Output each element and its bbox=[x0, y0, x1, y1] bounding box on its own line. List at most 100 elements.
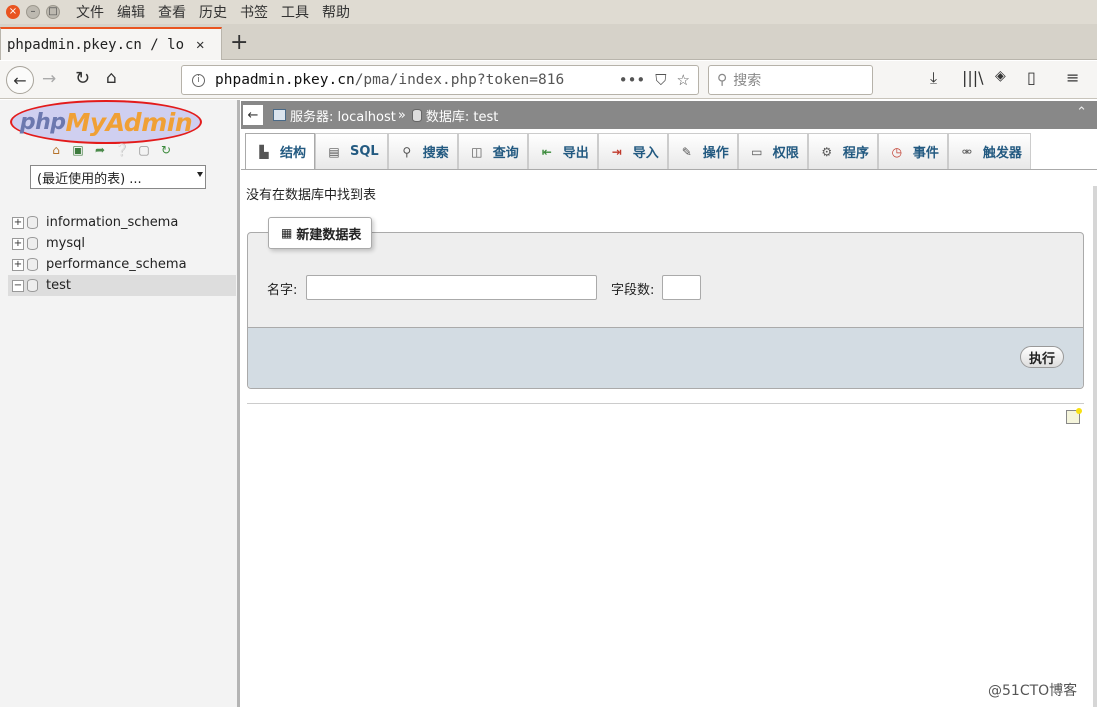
menu-history[interactable]: 历史 bbox=[199, 2, 227, 22]
expand-icon[interactable]: + bbox=[12, 216, 24, 229]
search-icon: ⚲ bbox=[717, 72, 728, 88]
breadcrumb-database[interactable]: 数据库: test bbox=[426, 106, 498, 125]
home-icon[interactable]: ⌂ bbox=[106, 68, 117, 88]
new-page-icon[interactable] bbox=[1066, 408, 1082, 424]
navigation-panel: php MyAdmin ⌂ ▣ ➦ ❔ ▢ ↻ (最近使用的表) ... + in… bbox=[0, 100, 240, 707]
menu-file[interactable]: 文件 bbox=[76, 2, 104, 22]
tab-title: phpadmin.pkey.cn / lo bbox=[7, 36, 185, 53]
database-icon bbox=[27, 237, 38, 250]
collapse-icon[interactable]: − bbox=[12, 279, 24, 292]
back-icon[interactable]: ← bbox=[6, 66, 34, 94]
database-icon bbox=[27, 216, 38, 229]
query-window-icon[interactable]: ➦ bbox=[92, 142, 108, 158]
chevron-up-icon[interactable]: ⌃ bbox=[1076, 105, 1087, 120]
db-item-information-schema[interactable]: + information_schema bbox=[8, 212, 236, 233]
db-item-test[interactable]: − test bbox=[8, 275, 236, 296]
triggers-icon: ⚮ bbox=[961, 144, 972, 159]
chevron-down-icon bbox=[197, 172, 203, 177]
columns-label: 字段数: bbox=[611, 283, 655, 298]
library-icon[interactable]: |||\ bbox=[962, 68, 984, 87]
breadcrumb-server[interactable]: 服务器: localhost bbox=[290, 106, 396, 125]
menu-bar: × – □ 文件 编辑 查看 历史 书签 工具 帮助 bbox=[0, 0, 1097, 24]
privileges-icon: ▭ bbox=[751, 144, 763, 159]
tab-export[interactable]: ⇤ 导出 bbox=[527, 133, 598, 169]
page-actions-icon[interactable]: ••• bbox=[619, 71, 646, 89]
menu-edit[interactable]: 编辑 bbox=[117, 2, 145, 22]
menu-view[interactable]: 查看 bbox=[158, 2, 186, 22]
hamburger-menu-icon[interactable]: ≡ bbox=[1066, 68, 1079, 87]
breadcrumb-separator: » bbox=[397, 107, 406, 123]
phpmyadmin-logo[interactable]: php MyAdmin bbox=[10, 100, 202, 144]
app-menus: 文件 编辑 查看 历史 书签 工具 帮助 bbox=[76, 2, 363, 22]
window-close-button[interactable]: × bbox=[6, 5, 20, 19]
tab-structure[interactable]: ▙ 结构 bbox=[245, 133, 316, 169]
go-button[interactable]: 执行 bbox=[1020, 346, 1064, 368]
tab-query[interactable]: ◫ 查询 bbox=[457, 133, 528, 169]
search-bar[interactable]: ⚲ 搜索 bbox=[708, 65, 873, 95]
bookmark-star-icon[interactable]: ☆ bbox=[677, 71, 690, 89]
structure-icon: ▙ bbox=[259, 144, 269, 159]
tab-events[interactable]: ◷ 事件 bbox=[877, 133, 948, 169]
collapse-nav-icon[interactable]: ← bbox=[243, 105, 263, 125]
tab-triggers[interactable]: ⚮ 触发器 bbox=[947, 133, 1031, 169]
info-icon[interactable]: i bbox=[192, 73, 205, 87]
url-text[interactable]: phpadmin.pkey.cn/pma/index.php?token=816 bbox=[215, 72, 595, 88]
query-icon: ◫ bbox=[471, 144, 483, 159]
new-tab-icon[interactable]: + bbox=[230, 30, 248, 55]
database-icon bbox=[411, 108, 422, 122]
database-icon bbox=[27, 258, 38, 271]
docs-icon[interactable]: ❔ bbox=[114, 142, 130, 158]
close-tab-icon[interactable]: ✕ bbox=[196, 37, 204, 53]
tab-bar: phpadmin.pkey.cn / lo ✕ bbox=[0, 24, 1097, 60]
breadcrumb: ← 服务器: localhost » 数据库: test ⌃ bbox=[241, 101, 1097, 129]
db-item-performance-schema[interactable]: + performance_schema bbox=[8, 254, 236, 275]
db-item-mysql[interactable]: + mysql bbox=[8, 233, 236, 254]
create-table-legend: ▦ 新建数据表 bbox=[268, 217, 373, 249]
routines-icon: ⚙ bbox=[821, 144, 833, 159]
operations-icon: ✎ bbox=[681, 144, 692, 159]
forward-icon[interactable]: → bbox=[42, 69, 56, 89]
download-icon[interactable]: ⤓ bbox=[930, 68, 937, 88]
db-name[interactable]: test bbox=[46, 278, 71, 293]
import-icon: ⇥ bbox=[611, 144, 622, 159]
menu-tools[interactable]: 工具 bbox=[281, 2, 309, 22]
url-bar[interactable]: i phpadmin.pkey.cn/pma/index.php?token=8… bbox=[181, 65, 699, 95]
database-icon bbox=[27, 279, 38, 292]
tab-import[interactable]: ⇥ 导入 bbox=[597, 133, 668, 169]
search-icon: ⚲ bbox=[402, 144, 412, 159]
pocket-icon[interactable]: ⛉ bbox=[655, 71, 666, 89]
browser-tab[interactable]: phpadmin.pkey.cn / lo ✕ bbox=[0, 27, 222, 60]
recent-tables-select[interactable]: (最近使用的表) ... bbox=[30, 165, 206, 189]
window-minimize-button[interactable]: – bbox=[26, 5, 40, 19]
menu-bookmarks[interactable]: 书签 bbox=[240, 2, 268, 22]
home-icon[interactable]: ⌂ bbox=[48, 142, 64, 158]
db-name[interactable]: information_schema bbox=[46, 215, 178, 230]
sidebar-icon[interactable]: ▯ bbox=[1027, 68, 1036, 87]
extension-icon[interactable]: ◈ bbox=[995, 68, 1006, 84]
logout-icon[interactable]: ▣ bbox=[70, 142, 86, 158]
expand-icon[interactable]: + bbox=[12, 237, 24, 250]
expand-icon[interactable]: + bbox=[12, 258, 24, 271]
tab-privileges[interactable]: ▭ 权限 bbox=[737, 133, 808, 169]
sql-docs-icon[interactable]: ▢ bbox=[136, 142, 152, 158]
window-maximize-button[interactable]: □ bbox=[46, 5, 60, 19]
db-name[interactable]: performance_schema bbox=[46, 257, 187, 272]
table-name-input[interactable] bbox=[306, 275, 597, 300]
tab-routines[interactable]: ⚙ 程序 bbox=[807, 133, 878, 169]
table-name-label: 名字: bbox=[267, 283, 298, 298]
search-placeholder: 搜索 bbox=[733, 73, 762, 89]
tab-search[interactable]: ⚲ 搜索 bbox=[387, 133, 458, 169]
db-name[interactable]: mysql bbox=[46, 236, 85, 251]
reload-nav-icon[interactable]: ↻ bbox=[158, 142, 174, 158]
navigation-toolbar: ← → ↻ ⌂ i phpadmin.pkey.cn/pma/index.php… bbox=[0, 61, 1097, 99]
scrollbar[interactable] bbox=[1093, 186, 1097, 707]
columns-input[interactable] bbox=[662, 275, 701, 300]
events-icon: ◷ bbox=[891, 144, 903, 159]
tab-sql[interactable]: ▤ SQL bbox=[315, 133, 388, 169]
sql-icon: ▤ bbox=[328, 144, 340, 159]
menu-help[interactable]: 帮助 bbox=[322, 2, 350, 22]
divider bbox=[247, 403, 1084, 404]
watermark: @51CTO博客 bbox=[988, 683, 1078, 699]
reload-icon[interactable]: ↻ bbox=[75, 68, 90, 89]
tab-operations[interactable]: ✎ 操作 bbox=[667, 133, 738, 169]
